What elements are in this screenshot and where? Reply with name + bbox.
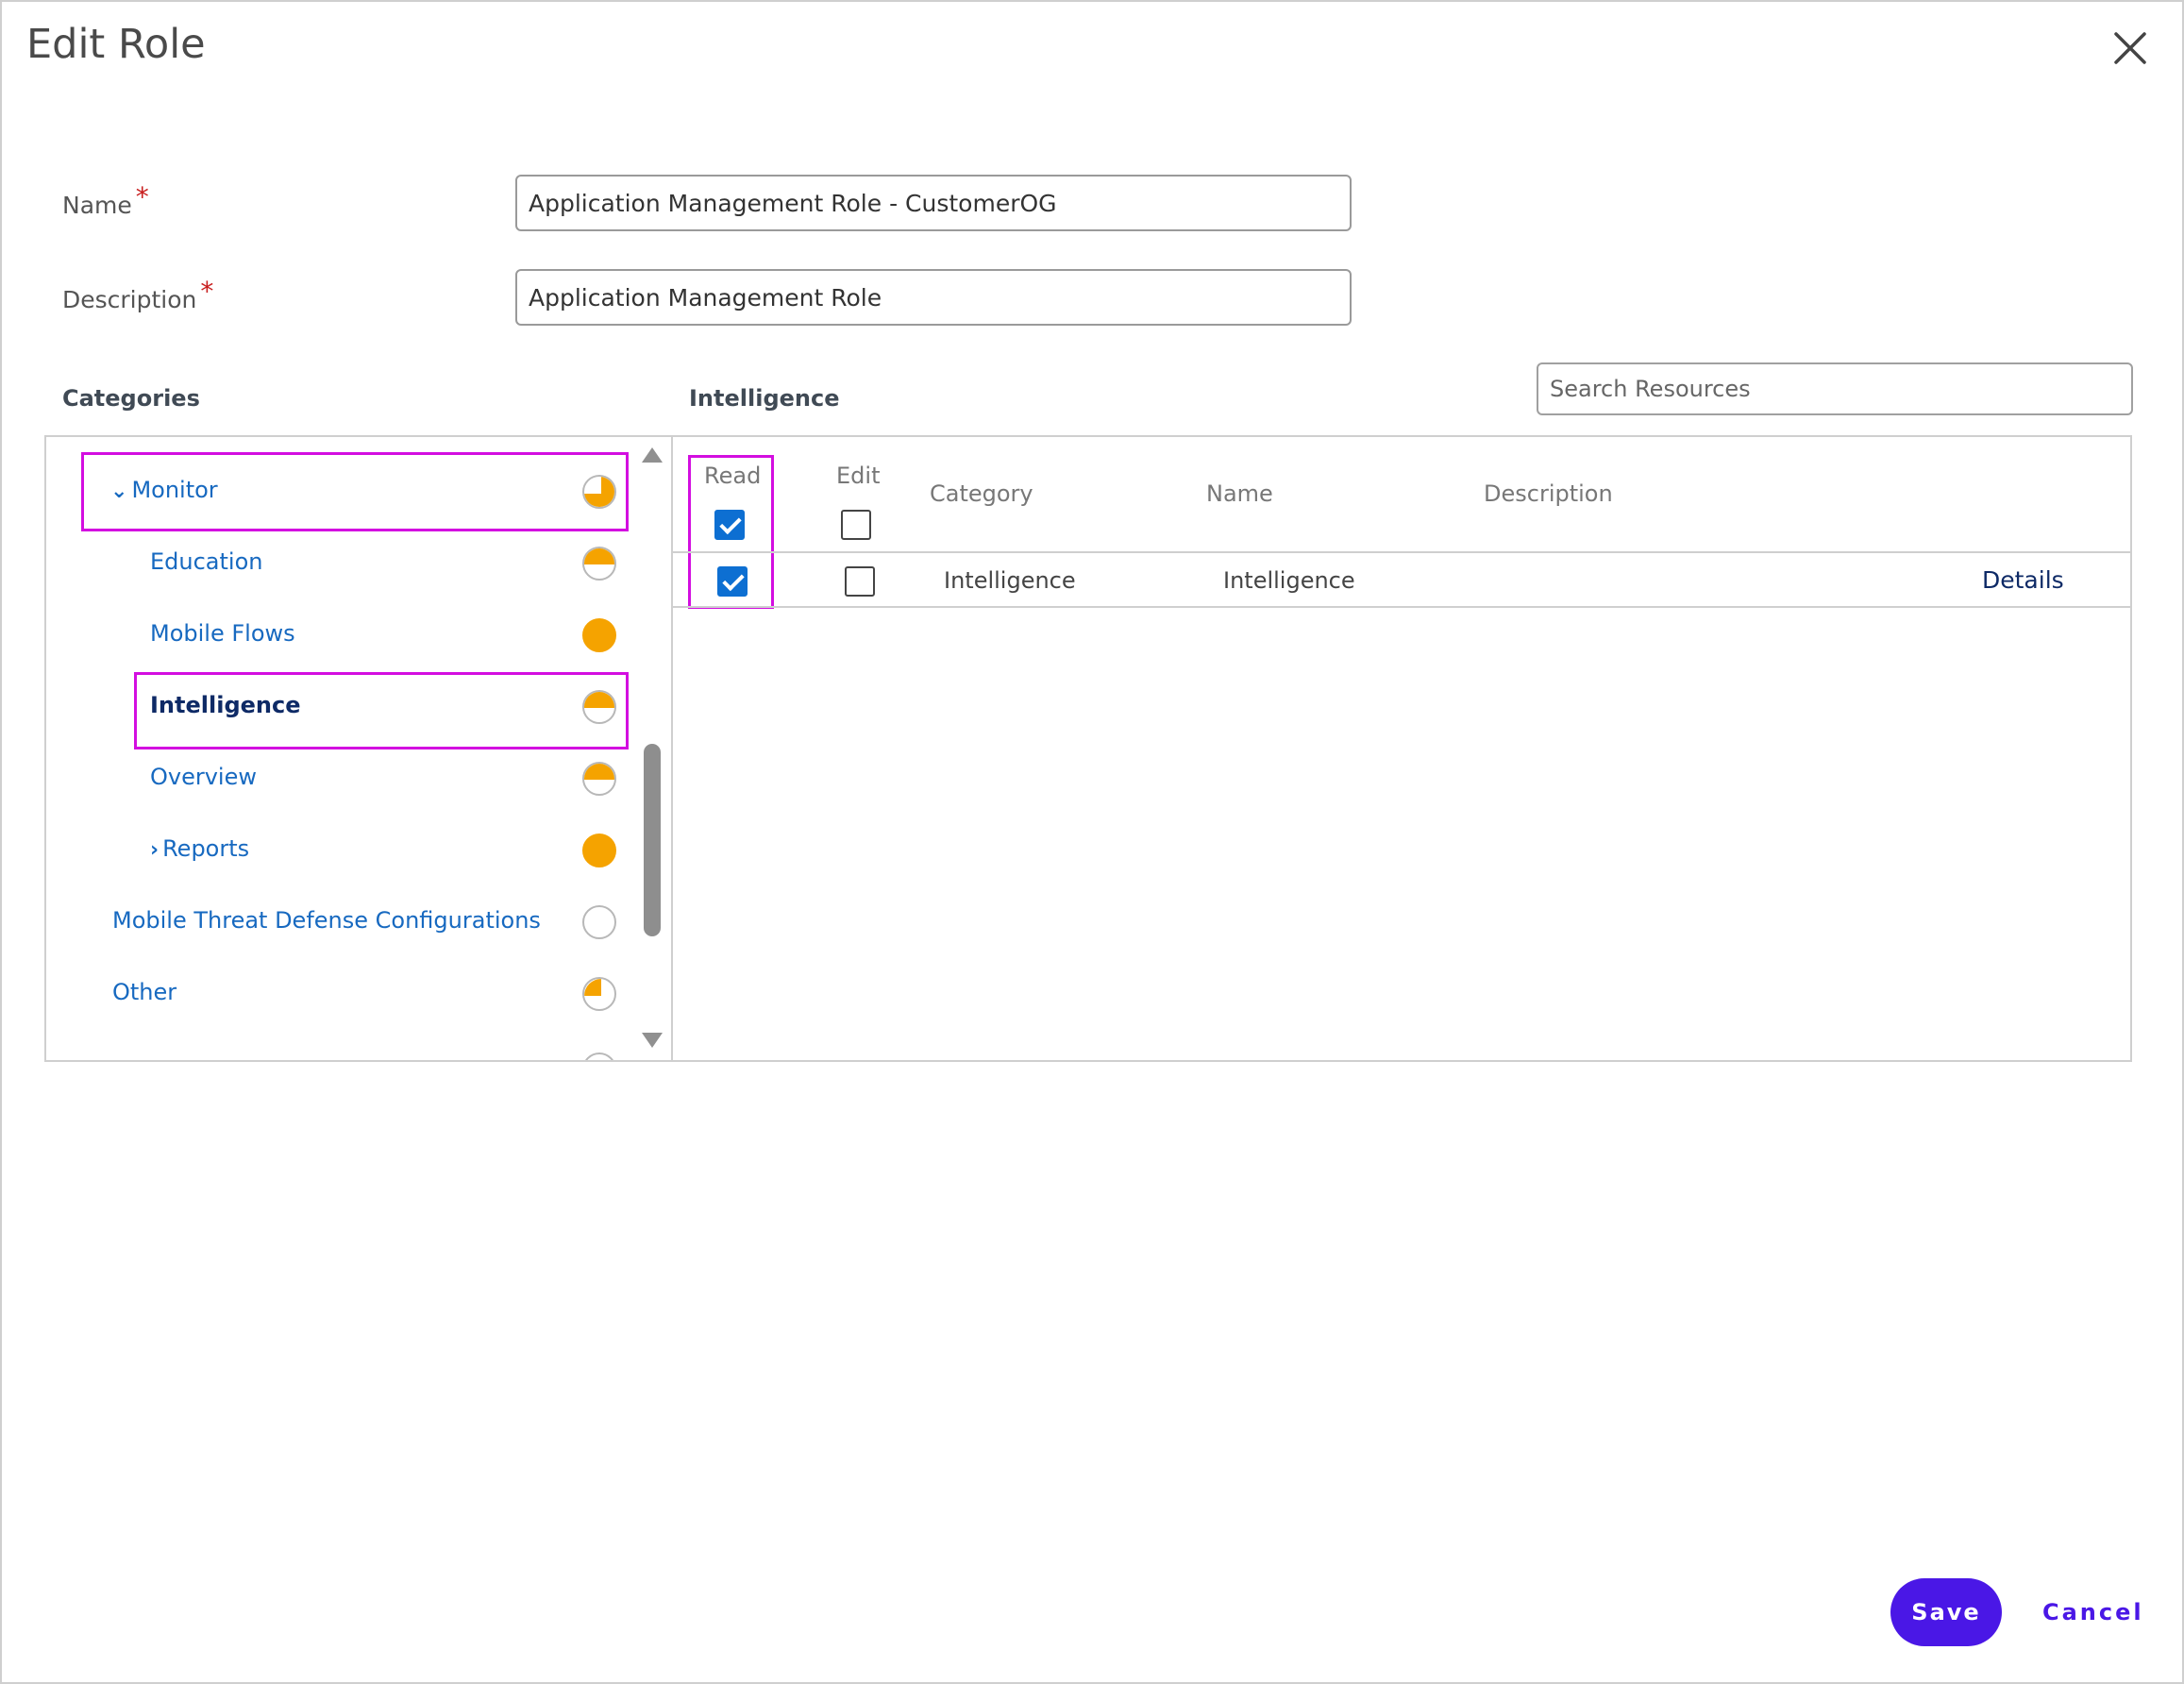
description-label: Description *: [62, 276, 213, 314]
dialog-title: Edit Role: [26, 21, 206, 68]
category-label: Mobile Flows: [150, 620, 295, 647]
category-label: Intelligence: [150, 692, 301, 718]
permission-pie-icon: [582, 1052, 616, 1060]
chevron-right-icon[interactable]: ›: [150, 838, 159, 862]
category-label: Mobile Threat Defense Configurations: [112, 907, 541, 934]
column-header-edit: Edit: [836, 463, 881, 489]
category-item-mobile-flows[interactable]: Mobile Flows: [46, 607, 622, 664]
categories-heading: Categories: [62, 385, 200, 412]
resources-heading: Intelligence: [689, 385, 840, 412]
save-button[interactable]: Save: [1890, 1578, 2002, 1646]
scroll-up-arrow-icon[interactable]: [642, 447, 663, 463]
required-marker: *: [135, 181, 149, 212]
category-item-mobile-threat-defense[interactable]: Mobile Threat Defense Configurations: [46, 894, 622, 951]
cancel-button[interactable]: Cancel: [2042, 1599, 2144, 1625]
permission-pie-icon: [582, 977, 616, 1011]
row-name: Intelligence: [1223, 567, 1355, 594]
category-item-intelligence[interactable]: Intelligence: [46, 679, 622, 735]
permission-pie-icon: [582, 547, 616, 581]
column-header-name: Name: [1206, 480, 1273, 507]
details-link[interactable]: Details: [1982, 566, 2064, 594]
column-header-read: Read: [704, 463, 762, 489]
column-header-category: Category: [930, 480, 1033, 507]
row-edit-checkbox[interactable]: [845, 566, 875, 597]
name-input[interactable]: [515, 175, 1352, 231]
select-all-read-checkbox[interactable]: [714, 510, 745, 540]
permission-pie-icon: [582, 690, 616, 724]
permission-pie-icon: [582, 834, 616, 867]
select-all-edit-checkbox[interactable]: [841, 510, 871, 540]
search-resources-input[interactable]: [1537, 362, 2133, 415]
description-input[interactable]: [515, 269, 1352, 326]
required-marker: *: [200, 276, 214, 307]
category-label: Overview: [150, 764, 257, 790]
scroll-down-arrow-icon[interactable]: [642, 1033, 663, 1048]
category-item-overview[interactable]: Overview: [46, 750, 622, 807]
chevron-down-icon[interactable]: ⌄: [110, 480, 127, 503]
category-item-partial[interactable]: [46, 1041, 622, 1060]
category-label: Reports: [162, 835, 250, 862]
category-item-other[interactable]: Other: [46, 966, 622, 1022]
name-label: Name *: [62, 181, 149, 220]
category-label: Other: [112, 979, 177, 1005]
category-item-education[interactable]: Education: [46, 535, 622, 592]
resources-table: [671, 435, 2132, 1062]
column-header-description: Description: [1484, 480, 1613, 507]
scrollbar-thumb[interactable]: [644, 744, 661, 936]
permission-pie-icon: [582, 905, 616, 939]
permission-pie-icon: [582, 618, 616, 652]
permission-pie-icon: [582, 475, 616, 509]
category-label: Education: [150, 548, 263, 575]
categories-panel: ⌄ Monitor Education Mobile Flows Intellig…: [44, 435, 673, 1062]
row-category: Intelligence: [944, 567, 1076, 594]
category-item-monitor[interactable]: ⌄ Monitor: [46, 463, 622, 520]
table-row-divider: [673, 606, 2130, 608]
close-icon[interactable]: [2107, 25, 2154, 72]
category-label: Monitor: [131, 477, 218, 503]
category-item-reports[interactable]: › Reports: [46, 822, 622, 879]
table-header-divider: [673, 551, 2130, 553]
description-label-text: Description: [62, 286, 197, 313]
name-label-text: Name: [62, 192, 132, 219]
permission-pie-icon: [582, 762, 616, 796]
row-read-checkbox[interactable]: [717, 566, 748, 597]
